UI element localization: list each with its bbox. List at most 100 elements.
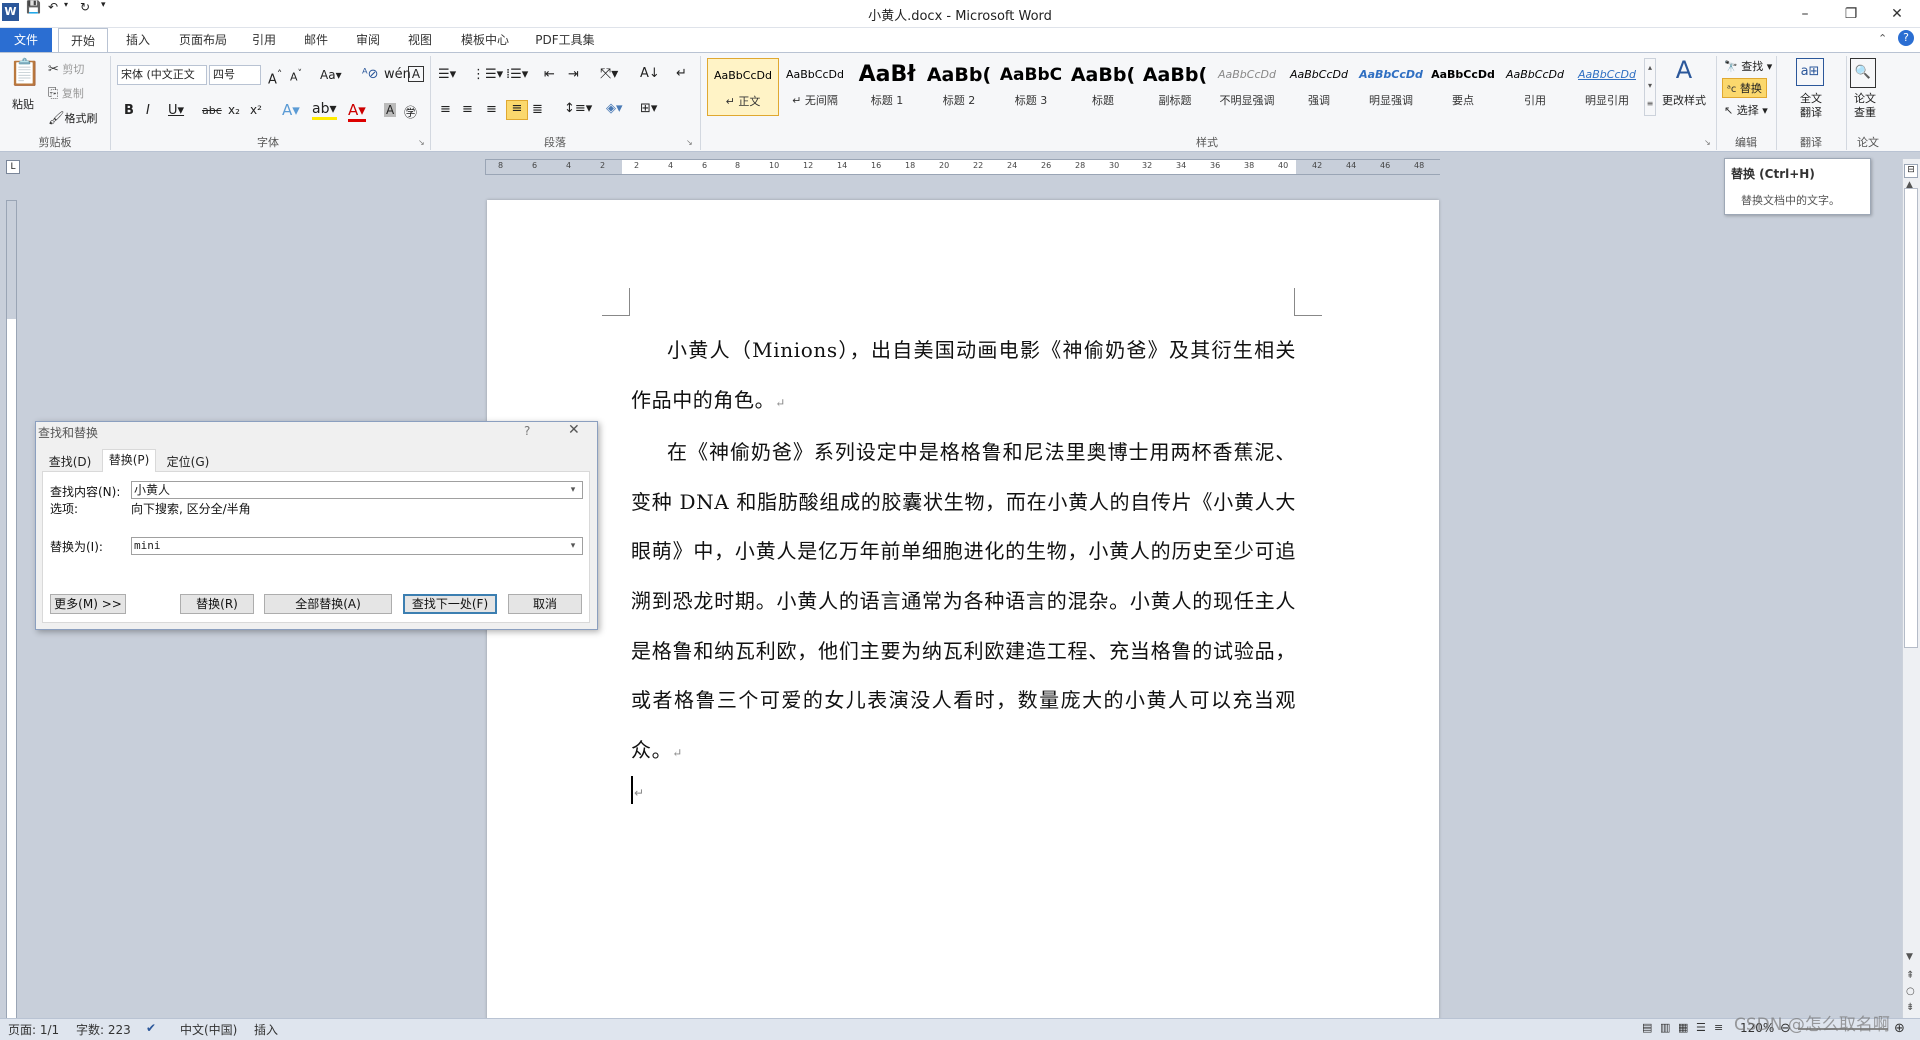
close-button[interactable]: ✕ [1874, 0, 1920, 28]
align-right-icon[interactable]: ≡ [486, 102, 497, 117]
horizontal-ruler[interactable]: 8 6 4 2 2 4 6 8 10 12 14 16 18 20 22 24 26 28 30 32 34 36 38 40… [485, 159, 1441, 175]
grow-font-icon[interactable]: A˄ [268, 68, 282, 87]
tab-references[interactable]: 引用 [244, 28, 284, 52]
zoom-in-icon[interactable]: ⊕ [1894, 1021, 1905, 1036]
tab-insert[interactable]: 插入 [116, 28, 160, 52]
select-button[interactable]: ↖ 选择 ▾ [1724, 102, 1768, 118]
show-marks-icon[interactable]: ↵ [676, 66, 687, 81]
tab-review[interactable]: 审阅 [348, 28, 388, 52]
line-spacing-icon[interactable]: ↕≡▾ [564, 101, 592, 116]
subscript-icon[interactable]: x₂ [228, 103, 240, 117]
change-styles-button[interactable]: 更改样式 [1660, 92, 1708, 108]
enclose-characters-icon[interactable]: ㊫ [404, 102, 417, 121]
help-icon[interactable]: ? [1898, 30, 1914, 46]
style-intense-emphasis[interactable]: AaBbCcDd 明显强调 [1355, 58, 1427, 116]
format-painter-button[interactable]: 🖌格式刷 [48, 110, 98, 126]
tab-page-layout[interactable]: 页面布局 [170, 28, 236, 52]
minimize-ribbon-icon[interactable]: ⌃ [1878, 32, 1887, 45]
character-shading-icon[interactable]: A [384, 103, 397, 117]
cut-button[interactable]: ✂ 剪切 [48, 61, 84, 77]
full-translate-button[interactable]: 全文 翻译 [1796, 92, 1826, 120]
replace-dialog-button[interactable]: 替换(R) [180, 594, 254, 614]
proofing-icon[interactable]: ✔ [146, 1021, 156, 1035]
phonetic-guide-icon[interactable]: wén [384, 67, 411, 82]
dialog-close-icon[interactable]: ✕ [568, 422, 580, 438]
italic-icon[interactable]: I [146, 103, 150, 118]
superscript-icon[interactable]: x² [250, 103, 262, 117]
strikethrough-icon[interactable]: abc [202, 104, 222, 117]
tab-template-center[interactable]: 模板中心 [452, 28, 518, 52]
minimize-button[interactable]: – [1782, 0, 1828, 28]
style-quote[interactable]: AaBbCcDd 引用 [1499, 58, 1571, 116]
dialog-help-button[interactable]: ? [524, 424, 530, 438]
change-styles-icon[interactable]: A [1664, 56, 1704, 84]
paragraph-1[interactable]: 小黄人（Minions），出自美国动画电影《神偷奶爸》及其衍生相关作品中的角色。… [631, 326, 1296, 428]
paragraph-dialog-launcher-icon[interactable]: ↘ [686, 138, 693, 147]
copy-button[interactable]: ⎘ 复制 [48, 85, 84, 101]
find-button[interactable]: 🔭 查找 ▾ [1724, 58, 1772, 74]
cancel-button[interactable]: 取消 [508, 594, 582, 614]
find-next-button[interactable]: 查找下一处(F) [403, 594, 497, 614]
tab-selector-icon[interactable]: L [6, 160, 20, 174]
paste-icon[interactable]: 📋 [8, 58, 42, 98]
view-ruler-icon[interactable]: ⊟ [1904, 164, 1918, 178]
tab-home[interactable]: 开始 [58, 28, 108, 53]
numbering-icon[interactable]: ⋮☰▾ [472, 67, 503, 82]
dialog-tab-goto[interactable]: 定位(G) [162, 452, 214, 472]
tab-mailings[interactable]: 邮件 [296, 28, 336, 52]
distributed-icon[interactable]: ≣ [532, 102, 543, 117]
font-color-icon[interactable]: A▾ [348, 101, 366, 122]
decrease-indent-icon[interactable]: ⇤ [544, 67, 555, 82]
tab-view[interactable]: 视图 [400, 28, 440, 52]
paper-check-button[interactable]: 论文 查重 [1850, 92, 1880, 120]
scrollbar-thumb[interactable] [1904, 188, 1918, 648]
align-center-icon[interactable]: ≡ [462, 102, 473, 117]
language-indicator[interactable]: 中文(中国) [180, 1021, 237, 1038]
insert-mode-indicator[interactable]: 插入 [254, 1021, 278, 1038]
tab-file[interactable]: 文件 [0, 28, 52, 52]
replace-with-dropdown-icon[interactable]: ▾ [564, 538, 582, 554]
find-what-dropdown-icon[interactable]: ▾ [564, 482, 582, 498]
paper-check-icon[interactable]: 🔍 [1850, 58, 1876, 88]
document-body[interactable]: 小黄人（Minions），出自美国动画电影《神偷奶爸》及其衍生相关作品中的角色。… [631, 326, 1296, 778]
web-layout-view-icon[interactable]: ▦ [1678, 1021, 1688, 1034]
scroll-down-icon[interactable]: ▼ [1906, 952, 1913, 962]
style-subtitle[interactable]: AaBb(副标题 [1139, 58, 1211, 116]
chinese-layout-icon[interactable]: ⤧▾ [600, 66, 618, 82]
clear-formatting-icon[interactable]: ᴬ⊘ [362, 67, 379, 82]
paragraph-2[interactable]: 在《神偷奶爸》系列设定中是格格鲁和尼法里奥博士用两杯香蕉泥、变种 DNA 和脂肪… [631, 428, 1296, 778]
replace-all-button[interactable]: 全部替换(A) [264, 594, 392, 614]
bold-icon[interactable]: B [124, 103, 134, 118]
font-dialog-launcher-icon[interactable]: ↘ [418, 138, 425, 147]
dialog-tab-find[interactable]: 查找(D) [44, 452, 96, 472]
full-screen-view-icon[interactable]: ▥ [1660, 1021, 1670, 1034]
sort-icon[interactable]: A↓ [640, 66, 660, 81]
underline-icon[interactable]: U▾ [168, 103, 184, 118]
dialog-tab-replace[interactable]: 替换(P) [102, 449, 156, 472]
bullets-icon[interactable]: ☰▾ [438, 67, 456, 82]
replace-button[interactable]: ᵃc 替换 [1722, 78, 1767, 98]
print-layout-view-icon[interactable]: ▤ [1642, 1021, 1652, 1034]
more-button[interactable]: 更多(M) >> [50, 594, 126, 614]
style-strong[interactable]: AaBbCcDd 要点 [1427, 58, 1499, 116]
borders-icon[interactable]: ⊞▾ [640, 101, 657, 116]
translate-icon[interactable]: a⊞ [1796, 58, 1824, 86]
character-border-icon[interactable]: A [408, 66, 424, 82]
style-title[interactable]: AaBb(标题 [1067, 58, 1139, 116]
vertical-ruler[interactable] [6, 200, 17, 1020]
replace-with-input[interactable]: mini [131, 537, 583, 555]
shrink-font-icon[interactable]: A˅ [290, 68, 302, 84]
next-page-icon[interactable]: ⇟ [1906, 1002, 1914, 1013]
shading-icon[interactable]: ◈▾ [606, 101, 623, 116]
change-case-icon[interactable]: Aa▾ [320, 68, 342, 82]
style-subtle-emphasis[interactable]: AaBbCcDd 不明显强调 [1211, 58, 1283, 116]
increase-indent-icon[interactable]: ⇥ [568, 67, 579, 82]
font-name-dropdown[interactable]: 宋体 (中文正⽂ [117, 65, 207, 85]
outline-view-icon[interactable]: ☰ [1696, 1021, 1706, 1034]
restore-button[interactable]: ❐ [1828, 0, 1874, 28]
style-normal[interactable]: AaBbCcDd ↵ 正文 [707, 58, 779, 116]
style-heading-2[interactable]: AaBb(标题 2 [923, 58, 995, 116]
align-left-icon[interactable]: ≡ [440, 102, 451, 117]
word-count[interactable]: 字数: 223 [76, 1021, 131, 1038]
font-size-dropdown[interactable]: 四号 [209, 65, 261, 85]
